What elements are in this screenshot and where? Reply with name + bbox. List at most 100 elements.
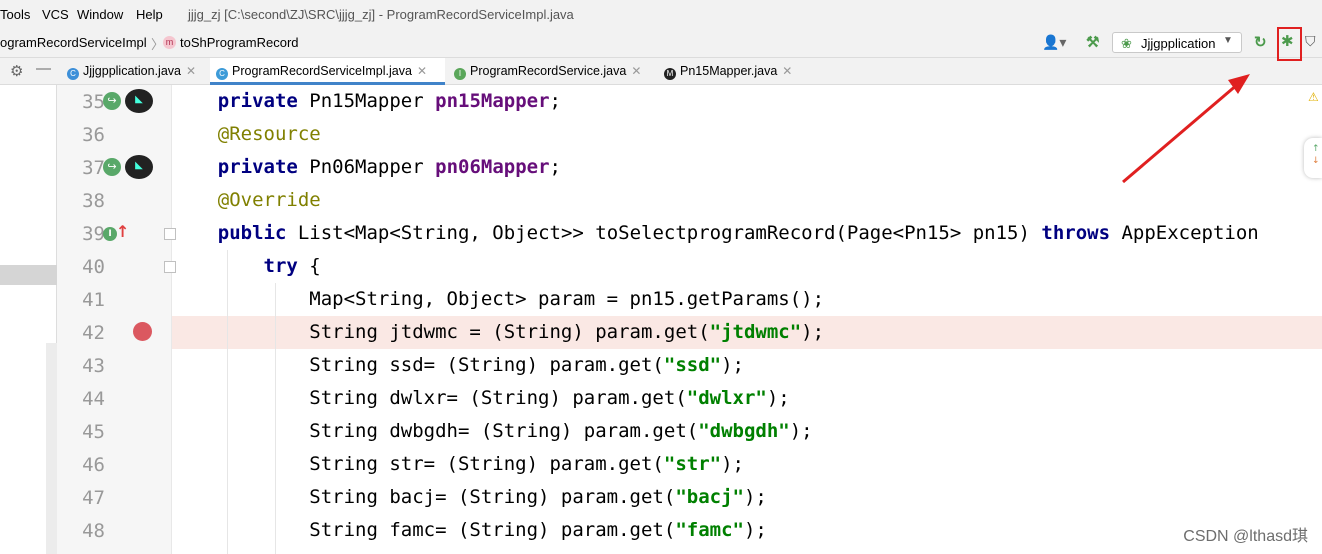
code-token: String famc= (String) param.get(	[172, 519, 676, 541]
arrow-down-icon: ↓	[1312, 156, 1320, 166]
menu-help[interactable]: Help	[136, 7, 163, 22]
run-configuration-label: Jjjgpplication	[1141, 36, 1216, 51]
code-token-kw: private	[217, 156, 298, 178]
line-number: 48	[82, 520, 105, 542]
mybatis-icon: M	[664, 68, 676, 80]
project-selection-row[interactable]	[0, 265, 57, 285]
minimize-icon[interactable]: —	[36, 60, 51, 77]
breadcrumb-class[interactable]: ogramRecordServiceImpl	[0, 35, 147, 50]
code-token-kw: private	[217, 90, 298, 112]
tab-pn15mapper[interactable]: M Pn15Mapper.java ✕	[658, 58, 803, 85]
code-line: String bacj= (String) param.get("bacj");	[172, 481, 1322, 514]
code-token: );	[721, 354, 744, 376]
class-icon: C	[216, 68, 228, 80]
warning-icon[interactable]: ⚠	[1308, 90, 1319, 104]
line-number: 44	[82, 388, 105, 410]
tab-label: Pn15Mapper.java	[680, 64, 778, 78]
close-icon[interactable]: ✕	[417, 64, 427, 78]
build-hammer-icon[interactable]: ⚒	[1086, 33, 1099, 51]
code-token-str: "bacj"	[675, 486, 744, 508]
indent-guide	[275, 283, 276, 554]
close-icon[interactable]: ✕	[782, 64, 792, 78]
line-number: 45	[82, 421, 105, 443]
watermark: CSDN @lthasd琪	[1183, 528, 1308, 545]
code-token: );	[766, 387, 790, 409]
line-number: 46	[82, 454, 105, 476]
code-token: ;	[549, 156, 561, 178]
breadcrumb-separator-icon: 〉	[151, 37, 165, 52]
code-token: String ssd= (String) param.get(	[172, 354, 664, 376]
code-token: );	[801, 321, 825, 343]
arrow-up-icon: ↑	[1312, 144, 1320, 154]
code-line: public List<Map<String, Object>> toSelec…	[172, 217, 1322, 250]
panel-scrollbar[interactable]	[46, 343, 57, 554]
code-token: Map<String, Object> param = pn15.getPara…	[172, 288, 825, 310]
window-title: jjjg_zj [C:\second\ZJ\SRC\jjjg_zj] - Pro…	[188, 7, 574, 22]
code-token-fld: pn15Mapper	[435, 90, 550, 112]
menu-bar: Tools VCS Window Help jjjg_zj [C:\second…	[0, 0, 1322, 29]
line-number: 43	[82, 355, 105, 377]
run-configuration-dropdown[interactable]: ❀ Jjjgpplication ▼	[1112, 32, 1242, 53]
arrow-up-icon[interactable]: ↑	[116, 222, 129, 241]
code-token: {	[297, 255, 321, 277]
mybatis-navigate-icon[interactable]: ◣	[125, 155, 153, 179]
code-token: );	[789, 420, 813, 442]
tab-label: ProgramRecordServiceImpl.java	[232, 64, 412, 78]
spring-bean-icon[interactable]: ↪	[103, 158, 121, 176]
indent-guide	[227, 250, 228, 554]
code-token-kw: public	[217, 222, 287, 244]
code-token: );	[721, 453, 744, 475]
menu-vcs[interactable]: VCS	[42, 7, 69, 22]
menu-tools[interactable]: Tools	[0, 7, 30, 22]
implements-icon[interactable]: I	[103, 227, 117, 241]
code-token: );	[743, 486, 767, 508]
code-line: String str= (String) param.get("str");	[172, 448, 1322, 481]
tab-programrecordservice[interactable]: I ProgramRecordService.java ✕	[448, 58, 653, 85]
line-number: 47	[82, 487, 105, 509]
tab-jjjgpplication[interactable]: C Jjjgpplication.java ✕	[63, 58, 208, 85]
code-token: Pn06Mapper	[297, 156, 436, 178]
code-line: String ssd= (String) param.get("ssd");	[172, 349, 1322, 382]
code-token: Pn15Mapper	[297, 90, 436, 112]
breadcrumb-method[interactable]: toShProgramRecord	[180, 35, 299, 50]
line-number: 35	[82, 91, 105, 113]
line-number: 38	[82, 190, 105, 212]
code-token-str: "str"	[663, 453, 722, 475]
code-token-str: "ssd"	[663, 354, 722, 376]
gear-icon[interactable]: ⚙	[10, 62, 23, 80]
close-icon[interactable]: ✕	[186, 64, 196, 78]
code-token-str: "jtdwmc"	[709, 321, 802, 343]
close-icon[interactable]: ✕	[631, 64, 641, 78]
line-number: 36	[82, 124, 105, 146]
code-token-ann: @Resource	[217, 123, 321, 145]
code-token: String bacj= (String) param.get(	[172, 486, 676, 508]
breakpoint-icon[interactable]	[133, 322, 152, 341]
navigation-bar: ogramRecordServiceImpl 〉 m toShProgramRe…	[0, 29, 1322, 58]
menu-window[interactable]: Window	[77, 7, 123, 22]
code-line-breakpoint: String jtdwmc = (String) param.get("jtdw…	[172, 316, 1322, 349]
code-token-fld: pn06Mapper	[435, 156, 550, 178]
annotation-arrow	[1122, 74, 1250, 184]
code-line: String famc= (String) param.get("famc");	[172, 514, 1322, 547]
inspection-widget[interactable]: ↑ ↓	[1304, 138, 1322, 178]
rerun-icon[interactable]: ↻	[1254, 33, 1267, 51]
line-number: 37	[82, 157, 105, 179]
code-token: String str= (String) param.get(	[172, 453, 664, 475]
user-icon[interactable]: 👤▾	[1042, 34, 1066, 51]
code-token: ;	[549, 90, 561, 112]
coverage-icon[interactable]: ⛉	[1305, 33, 1316, 50]
tab-programrecordserviceimpl[interactable]: C ProgramRecordServiceImpl.java ✕	[210, 58, 445, 85]
method-icon: m	[163, 36, 176, 49]
code-token-kw: try	[263, 255, 298, 277]
code-token: String dwbgdh= (String) param.get(	[172, 420, 699, 442]
mybatis-navigate-icon[interactable]: ◣	[125, 89, 153, 113]
code-line: Map<String, Object> param = pn15.getPara…	[172, 283, 1322, 316]
code-token: String jtdwmc = (String) param.get(	[172, 321, 710, 343]
code-token: String dwlxr= (String) param.get(	[172, 387, 687, 409]
spring-bean-icon[interactable]: ↪	[103, 92, 121, 110]
code-token: );	[743, 519, 767, 541]
